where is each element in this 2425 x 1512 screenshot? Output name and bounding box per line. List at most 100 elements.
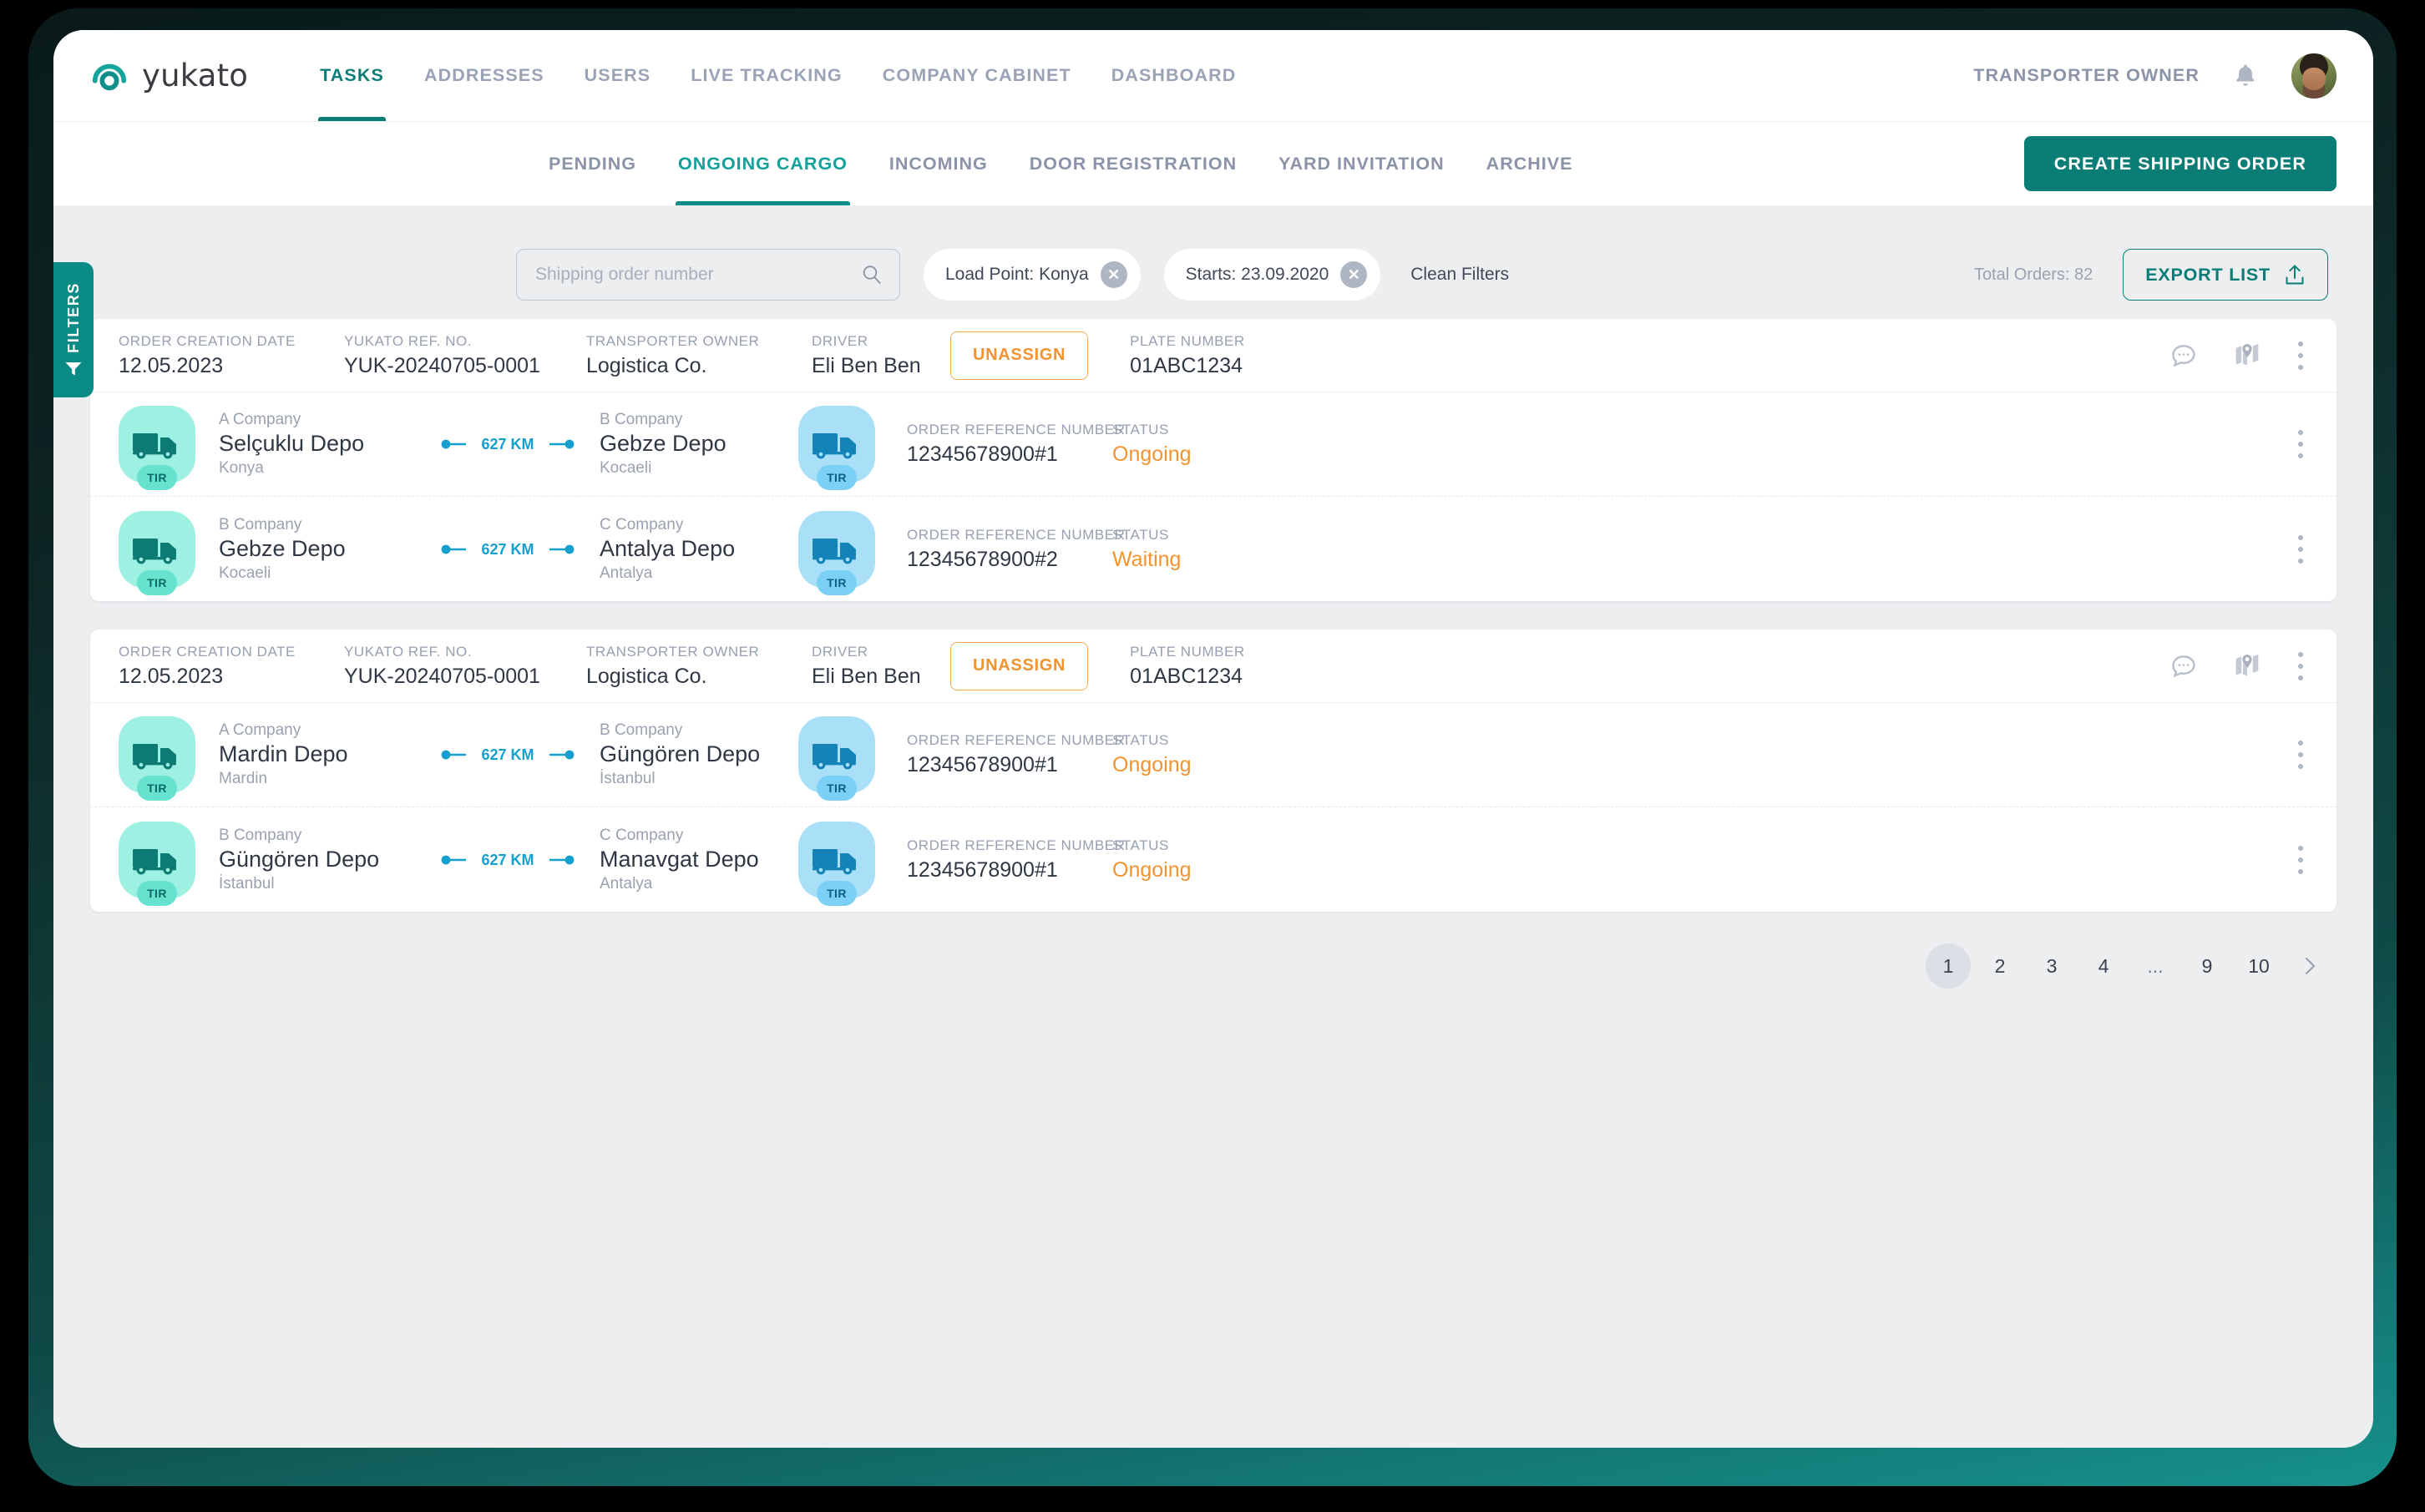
map-pin-icon[interactable]	[2233, 341, 2261, 370]
transporter-owner-field: TRANSPORTER OWNER Logistica Co.	[586, 333, 812, 378]
unassign-button[interactable]: UNASSIGN	[950, 641, 1089, 690]
chat-bubble-icon[interactable]	[2169, 652, 2198, 680]
order-header-actions	[2169, 651, 2310, 680]
clean-filters-link[interactable]: Clean Filters	[1410, 265, 1509, 285]
tab-label: DOOR REGISTRATION	[1029, 153, 1238, 174]
map-pin-icon[interactable]	[2233, 652, 2261, 680]
kebab-menu-icon[interactable]	[2296, 741, 2305, 769]
brand-logo-area[interactable]: yukato	[90, 57, 248, 95]
origin-company: B Company	[219, 515, 302, 533]
page-button-2[interactable]: 2	[1977, 943, 2023, 989]
cargo-leg-row[interactable]: TIR B Company Güngören Depo İstanbul 627	[90, 807, 2336, 912]
tab-archive[interactable]: ARCHIVE	[1466, 122, 1594, 205]
field-value: Logistica Co.	[586, 353, 707, 377]
field-label: YUKATO REF. NO.	[344, 332, 473, 349]
origin-depot: Güngören Depo	[219, 846, 380, 872]
status-field: STATUS Ongoing	[1112, 732, 1279, 777]
tab-pending[interactable]: PENDING	[528, 122, 657, 205]
export-list-button[interactable]: EXPORT LIST	[2123, 249, 2328, 301]
cargo-leg-row[interactable]: TIR A Company Mardin Depo Mardin 627 KM	[90, 703, 2336, 807]
destination-location: B Company Gebze Depo Kocaeli	[600, 411, 798, 478]
chevron-right-icon[interactable]	[2288, 943, 2333, 989]
field-label: ORDER REFERENCE NUMBER	[907, 422, 1126, 437]
order-creation-date-field: ORDER CREATION DATE 12.05.2023	[119, 644, 344, 689]
nav-item-users[interactable]: USERS	[564, 30, 671, 121]
page-ellipsis: ...	[2147, 954, 2164, 977]
nav-item-tasks[interactable]: TASKS	[300, 30, 404, 121]
field-label: PLATE NUMBER	[1130, 643, 1245, 660]
vehicle-type-badge: TIR	[817, 776, 857, 801]
nav-item-dashboard[interactable]: DASHBOARD	[1091, 30, 1257, 121]
kebab-menu-icon[interactable]	[2296, 341, 2305, 370]
destination-location: C Company Antalya Depo Antalya	[600, 516, 798, 583]
cargo-leg-row[interactable]: TIR B Company Gebze Depo Kocaeli 627 KM	[90, 497, 2336, 601]
close-circle-icon[interactable]: ✕	[1100, 261, 1127, 288]
field-label: ORDER REFERENCE NUMBER	[907, 526, 1126, 543]
status-field: STATUS Ongoing	[1112, 422, 1279, 467]
search-icon[interactable]	[861, 264, 883, 286]
driver-field: DRIVER Eli Ben Ben	[812, 644, 921, 689]
field-value: YUK-20240705-0001	[344, 664, 540, 688]
field-label: STATUS	[1112, 526, 1169, 543]
filter-bar: Load Point: Konya ✕ Starts: 23.09.2020 ✕…	[90, 205, 2336, 307]
close-circle-icon[interactable]: ✕	[1340, 261, 1368, 288]
page-button-4[interactable]: 4	[2081, 943, 2126, 989]
page-button-3[interactable]: 3	[2029, 943, 2074, 989]
sub-navigation-bar: PENDING ONGOING CARGO INCOMING DOOR REGI…	[53, 122, 2373, 205]
nav-item-addresses[interactable]: ADDRESSES	[404, 30, 564, 121]
filters-side-tab[interactable]: FILTERS	[53, 262, 94, 397]
app-screen: yukato TASKS ADDRESSES USERS LIVE TRACKI…	[53, 30, 2373, 1448]
leg-distance: 627 KM	[438, 743, 578, 766]
nav-item-live-tracking[interactable]: LIVE TRACKING	[671, 30, 863, 121]
leg-distance: 627 KM	[438, 538, 578, 561]
vehicle-type-badge: TIR	[137, 776, 177, 801]
nav-label: COMPANY CABINET	[882, 65, 1071, 85]
order-card: ORDER CREATION DATE 12.05.2023 YUKATO RE…	[90, 319, 2336, 601]
order-header-actions	[2169, 341, 2310, 370]
top-navigation-bar: yukato TASKS ADDRESSES USERS LIVE TRACKI…	[53, 30, 2373, 122]
filter-chip-starts[interactable]: Starts: 23.09.2020 ✕	[1163, 249, 1381, 301]
destination-location: B Company Güngören Depo İstanbul	[600, 721, 798, 788]
filter-chip-load-point[interactable]: Load Point: Konya ✕	[924, 249, 1141, 301]
field-label: ORDER REFERENCE NUMBER	[907, 837, 1126, 853]
yukato-ring-logo-icon	[90, 57, 129, 95]
pagination: 1 2 3 4 ... 9 10	[90, 940, 2336, 989]
origin-truck-badge: TIR	[119, 716, 195, 801]
nav-item-company-cabinet[interactable]: COMPANY CABINET	[863, 30, 1091, 121]
vehicle-type-badge: TIR	[817, 569, 857, 595]
destination-truck-badge: TIR	[798, 821, 875, 906]
notification-bell-icon[interactable]	[2231, 62, 2260, 90]
order-card: ORDER CREATION DATE 12.05.2023 YUKATO RE…	[90, 630, 2336, 912]
tab-door-registration[interactable]: DOOR REGISTRATION	[1009, 122, 1258, 205]
unassign-button[interactable]: UNASSIGN	[950, 331, 1089, 380]
field-value: Eli Ben Ben	[812, 664, 921, 688]
create-shipping-order-button[interactable]: CREATE SHIPPING ORDER	[2023, 136, 2336, 191]
distance-text: 627 KM	[481, 436, 534, 453]
search-input[interactable]	[535, 265, 861, 285]
plate-number-field: PLATE NUMBER 01ABC1234	[1130, 644, 1347, 689]
page-button-9[interactable]: 9	[2185, 943, 2230, 989]
tab-ongoing-cargo[interactable]: ONGOING CARGO	[657, 122, 868, 205]
cargo-leg-row[interactable]: TIR A Company Selçuklu Depo Konya 627 KM	[90, 392, 2336, 497]
filters-tab-label: FILTERS	[64, 281, 82, 353]
kebab-menu-icon[interactable]	[2296, 651, 2305, 680]
tab-yard-invitation[interactable]: YARD INVITATION	[1258, 122, 1466, 205]
tab-incoming[interactable]: INCOMING	[868, 122, 1009, 205]
order-reference-field: ORDER REFERENCE NUMBER 12345678900#2	[907, 526, 1126, 572]
transporter-owner-field: TRANSPORTER OWNER Logistica Co.	[586, 644, 812, 689]
field-value: Logistica Co.	[586, 664, 707, 688]
origin-depot: Mardin Depo	[219, 741, 348, 766]
avatar[interactable]	[2291, 53, 2336, 99]
kebab-menu-icon[interactable]	[2296, 534, 2305, 564]
kebab-menu-icon[interactable]	[2296, 430, 2305, 458]
field-value: Eli Ben Ben	[812, 353, 921, 377]
page-button-1[interactable]: 1	[1926, 943, 1971, 989]
tab-label: ONGOING CARGO	[677, 153, 848, 174]
search-box[interactable]	[516, 249, 900, 301]
page-button-10[interactable]: 10	[2236, 943, 2281, 989]
origin-location: B Company Güngören Depo İstanbul	[219, 827, 438, 893]
field-label: ORDER CREATION DATE	[119, 332, 296, 349]
chat-bubble-icon[interactable]	[2169, 341, 2198, 370]
kebab-menu-icon[interactable]	[2296, 845, 2305, 874]
order-reference-field: ORDER REFERENCE NUMBER 12345678900#1	[907, 732, 1125, 777]
